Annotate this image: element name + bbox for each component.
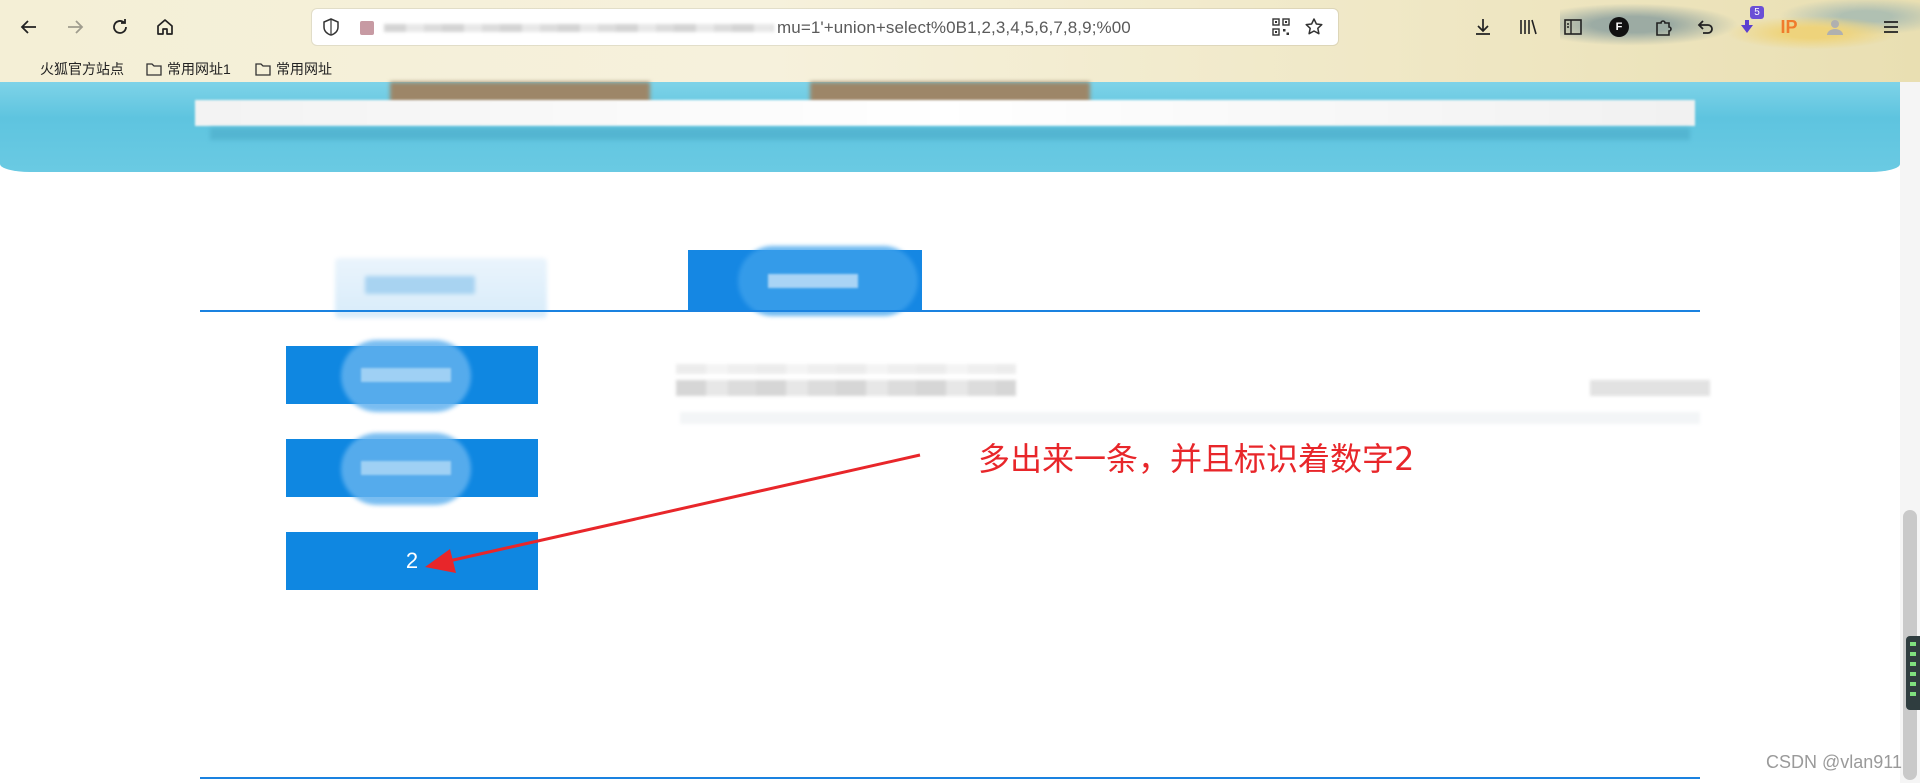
download-ext-icon — [1741, 20, 1753, 33]
side-nav-button-injected[interactable]: 2 — [286, 532, 538, 590]
ip-icon: IP — [1780, 16, 1798, 37]
side-button-label: 2 — [405, 548, 419, 573]
url-redacted-segment — [384, 24, 774, 32]
list-item-title[interactable] — [676, 380, 1016, 396]
redacted-text — [361, 368, 451, 382]
browser-chrome: mu=1'+union+select%0B1,2,3,4,5,6,7,8,9;%… — [0, 0, 1920, 82]
reload-button[interactable] — [105, 12, 135, 42]
list-item-divider — [680, 412, 1700, 424]
bookmark-folder[interactable]: 常用网址1 — [146, 59, 231, 79]
banner-shadow — [210, 128, 1690, 140]
qr-code-icon[interactable] — [1272, 18, 1290, 36]
back-button[interactable] — [14, 12, 44, 42]
folder-icon — [255, 63, 271, 76]
shield-icon[interactable] — [322, 18, 340, 36]
url-bar[interactable]: mu=1'+union+select%0B1,2,3,4,5,6,7,8,9;%… — [312, 9, 1338, 45]
library-button[interactable] — [1513, 12, 1543, 42]
section-tab-title[interactable] — [335, 258, 547, 318]
site-favicon — [360, 21, 374, 35]
side-nav-button-2[interactable] — [286, 433, 538, 505]
avatar-icon — [1827, 20, 1843, 35]
redacted-text — [361, 461, 451, 475]
list-item-date — [1590, 380, 1710, 396]
extension-f-icon: F — [1609, 17, 1629, 37]
sidebar-icon — [1564, 19, 1582, 35]
browser-toolbar: mu=1'+union+select%0B1,2,3,4,5,6,7,8,9;%… — [0, 0, 1920, 54]
annotation-text: 多出来一条，并且标识着数字2 — [978, 440, 1415, 478]
tab-active[interactable] — [688, 246, 922, 316]
extension-f-button[interactable]: F — [1604, 12, 1634, 42]
ip-extension-button[interactable]: IP — [1774, 12, 1804, 42]
redacted-text — [365, 276, 475, 294]
home-icon — [157, 19, 173, 35]
puzzle-icon — [1656, 20, 1672, 36]
bookmark-label: 常用网址 — [276, 61, 332, 77]
forward-icon — [68, 20, 84, 34]
watermark: CSDN @vlan911 — [1766, 752, 1902, 772]
folder-icon — [146, 63, 162, 76]
extension-badge-count: 5 — [1750, 6, 1764, 19]
side-widget[interactable] — [1906, 636, 1920, 710]
downloads-button[interactable] — [1468, 12, 1498, 42]
menu-icon — [1884, 21, 1898, 33]
undo-button[interactable] — [1690, 12, 1720, 42]
bookmark-folder[interactable]: 常用网址 — [255, 59, 332, 79]
list-item-shadow — [676, 364, 1016, 374]
profile-button[interactable] — [1820, 12, 1850, 42]
url-text[interactable]: mu=1'+union+select%0B1,2,3,4,5,6,7,8,9;%… — [777, 18, 1131, 38]
bookmark-item[interactable]: 火狐官方站点 — [40, 59, 124, 79]
forward-button[interactable] — [60, 12, 90, 42]
undo-icon — [1697, 20, 1713, 34]
bookmark-label: 常用网址1 — [167, 61, 231, 77]
bookmark-label: 火狐官方站点 — [40, 61, 124, 77]
sidebar-button[interactable] — [1558, 12, 1588, 42]
bookmarks-toolbar: 火狐官方站点 常用网址1 常用网址 — [0, 54, 1920, 82]
download-extension-button[interactable]: 5 — [1732, 6, 1764, 42]
reload-icon — [113, 19, 127, 34]
star-icon[interactable] — [1304, 17, 1324, 37]
extension-puzzle-button[interactable] — [1648, 12, 1678, 42]
banner-nav-strip — [195, 100, 1695, 126]
side-nav-button-1[interactable] — [286, 340, 538, 412]
download-icon — [1476, 19, 1490, 35]
redacted-text — [768, 274, 858, 288]
home-button[interactable] — [150, 12, 180, 42]
back-icon — [20, 20, 36, 34]
tab-underline — [200, 310, 1700, 312]
library-icon — [1520, 19, 1537, 35]
menu-button[interactable] — [1876, 12, 1906, 42]
content-bottom-divider — [200, 777, 1700, 779]
